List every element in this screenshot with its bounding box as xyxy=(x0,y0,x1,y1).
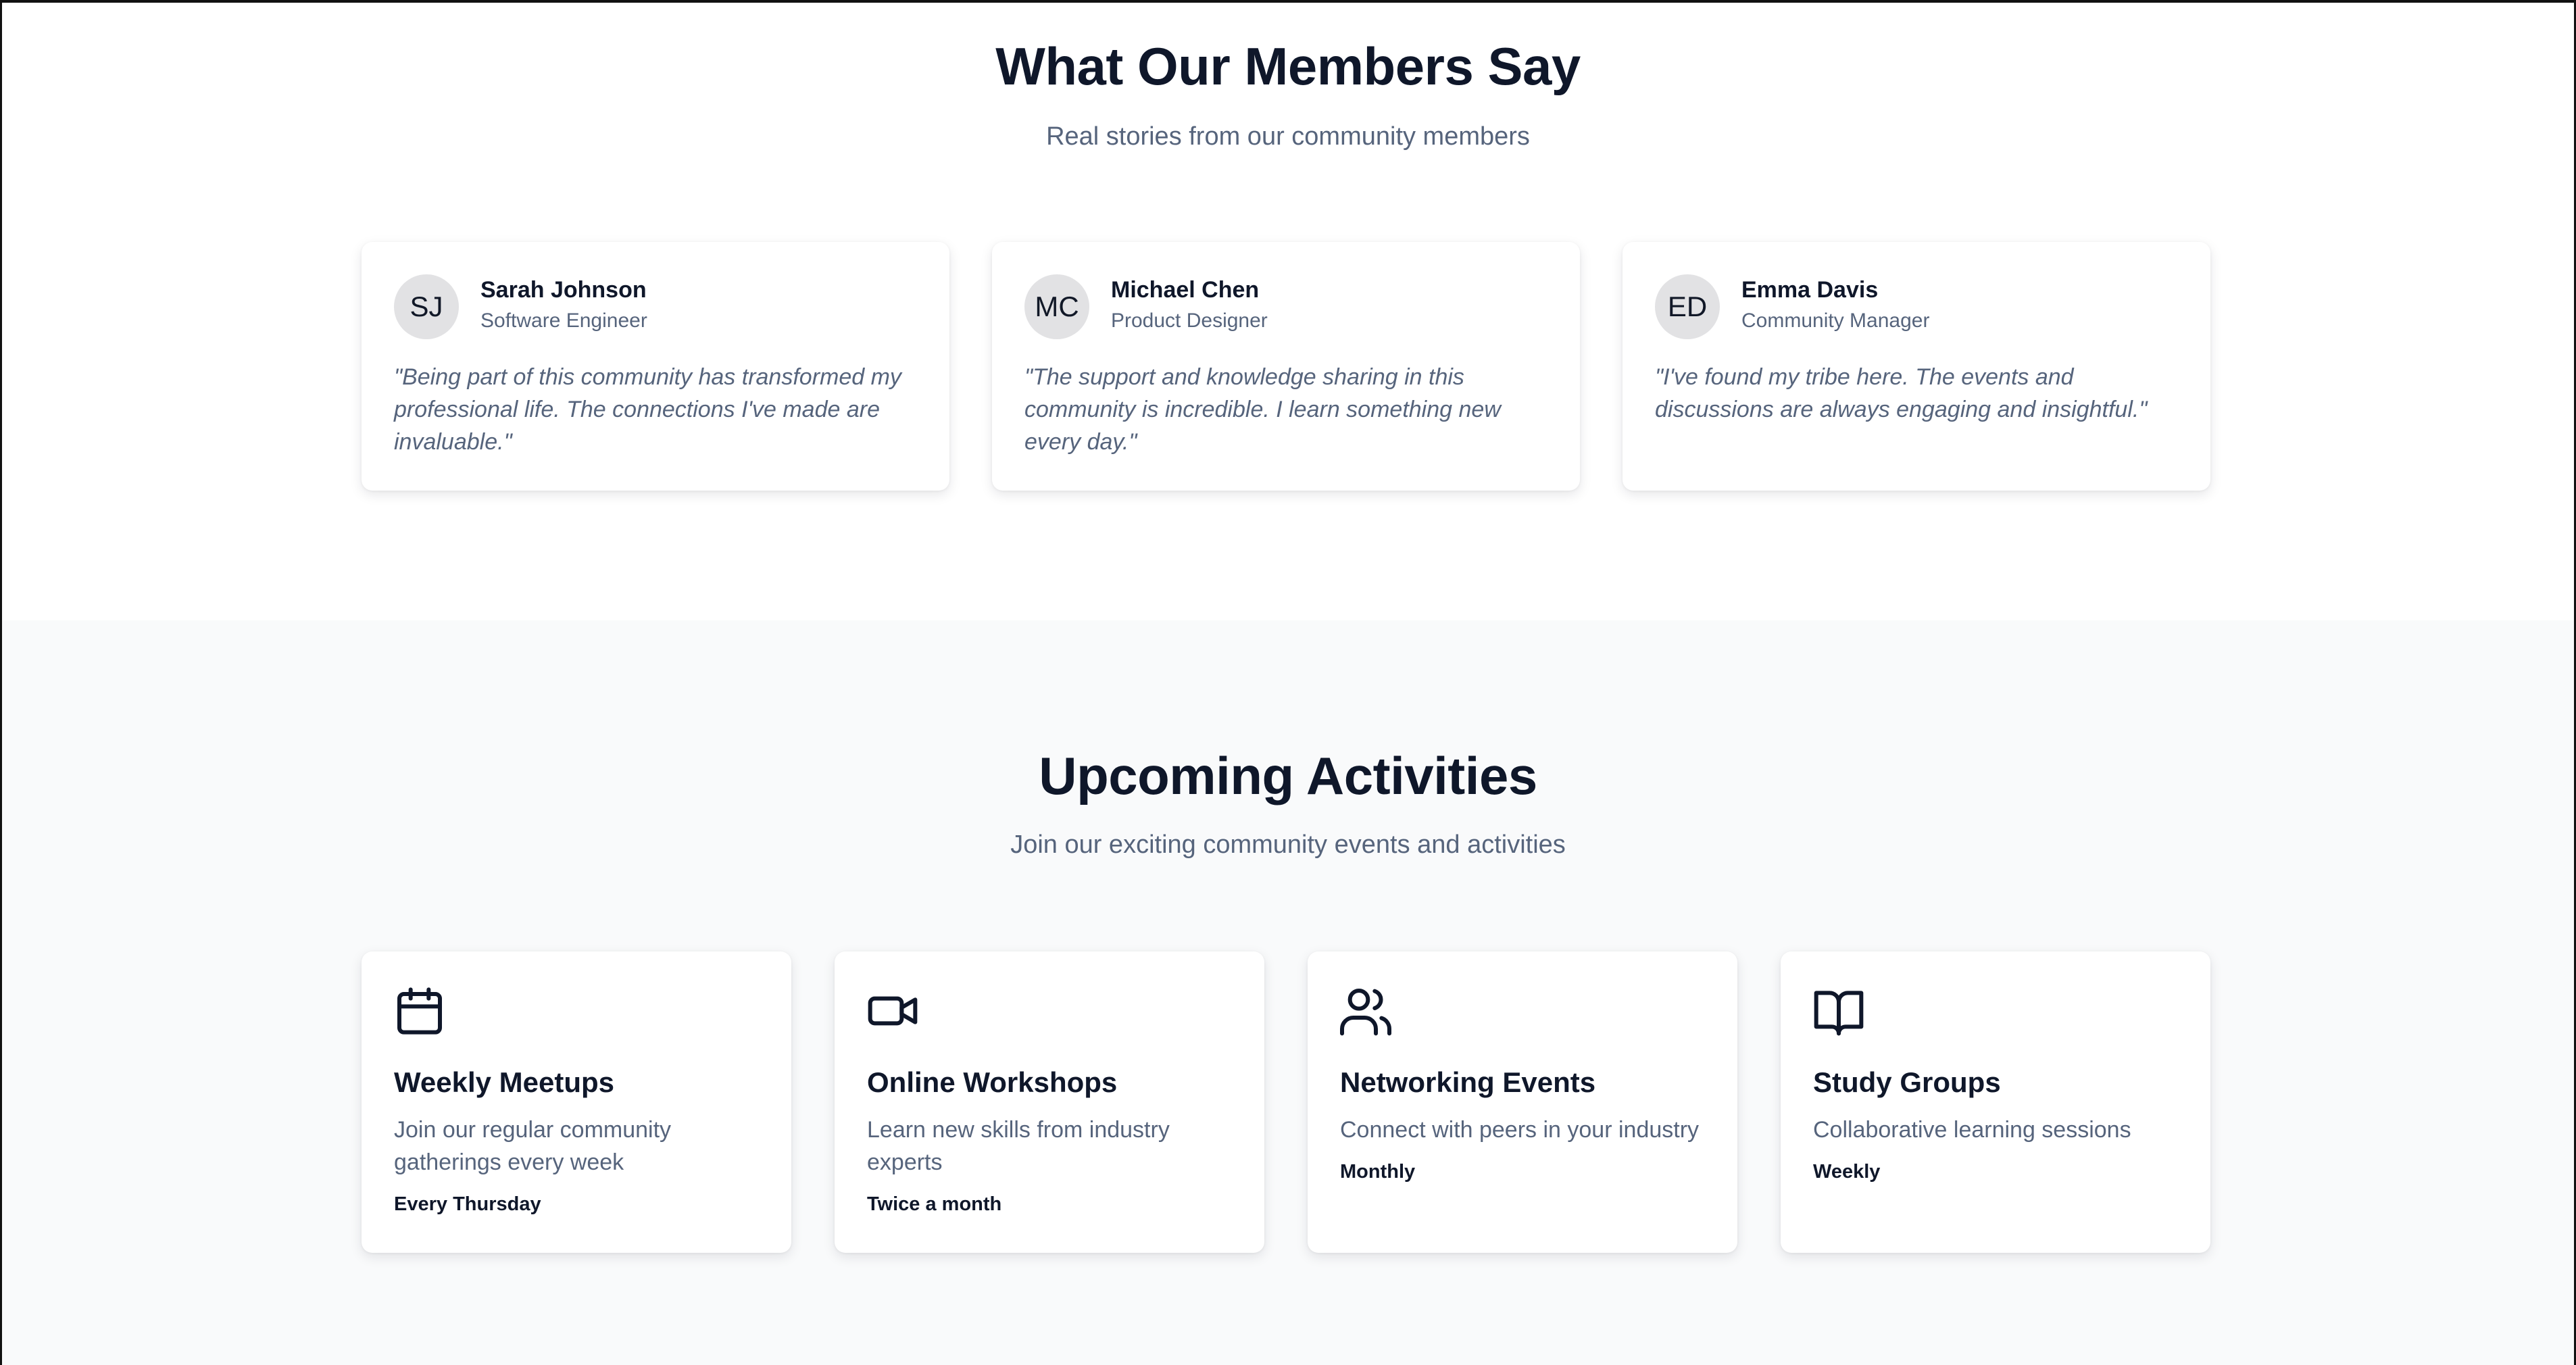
avatar: SJ xyxy=(394,274,459,339)
member-role: Product Designer xyxy=(1111,309,1268,332)
testimonial-quote: "Being part of this community has transf… xyxy=(394,364,901,455)
activity-name: Networking Events xyxy=(1340,1066,1596,1098)
open-book-icon xyxy=(1812,984,1866,1038)
testimonials-title: What Our Members Say xyxy=(995,36,1581,96)
testimonial-quote: "The support and knowledge sharing in th… xyxy=(1024,364,1501,455)
member-role: Community Manager xyxy=(1741,309,1930,332)
member-name: Emma Davis xyxy=(1741,277,1879,303)
activity-description: Learn new skills from industry experts xyxy=(867,1117,1170,1175)
activity-description: Collaborative learning sessions xyxy=(1813,1117,2131,1143)
activity-name: Weekly Meetups xyxy=(394,1066,615,1098)
member-name: Michael Chen xyxy=(1111,277,1260,303)
activities-title: Upcoming Activities xyxy=(1039,746,1537,805)
activity-name: Study Groups xyxy=(1813,1066,2001,1098)
activity-frequency: Twice a month xyxy=(867,1193,1002,1215)
avatar: ED xyxy=(1655,274,1720,339)
activity-card-networking-events[interactable]: Networking Events Connect with peers in … xyxy=(1308,951,1737,1253)
users-icon xyxy=(1339,984,1393,1038)
testimonial-card: MC Michael Chen Product Designer "The su… xyxy=(992,242,1580,491)
testimonial-card: ED Emma Davis Community Manager "I've fo… xyxy=(1623,242,2210,491)
testimonials-subtitle: Real stories from our community members xyxy=(1046,122,1530,151)
activities-section: Upcoming Activities Join our exciting co… xyxy=(0,620,2576,1365)
testimonials-section: What Our Members Say Real stories from o… xyxy=(0,0,2576,620)
testimonial-card: SJ Sarah Johnson Software Engineer "Bein… xyxy=(362,242,949,491)
activity-frequency: Weekly xyxy=(1813,1161,1881,1183)
activity-description: Join our regular community gatherings ev… xyxy=(394,1117,672,1175)
activities-subtitle: Join our exciting community events and a… xyxy=(1010,830,1566,859)
activity-frequency: Every Thursday xyxy=(394,1193,541,1215)
member-name: Sarah Johnson xyxy=(480,277,647,303)
activity-card-weekly-meetups[interactable]: Weekly Meetups Join our regular communit… xyxy=(362,951,791,1253)
activity-name: Online Workshops xyxy=(867,1066,1118,1098)
video-camera-icon xyxy=(866,984,920,1038)
calendar-icon xyxy=(393,984,447,1038)
activity-card-online-workshops[interactable]: Online Workshops Learn new skills from i… xyxy=(835,951,1264,1253)
activity-frequency: Monthly xyxy=(1340,1161,1416,1183)
member-role: Software Engineer xyxy=(480,309,647,332)
avatar: MC xyxy=(1024,274,1089,339)
activity-card-study-groups[interactable]: Study Groups Collaborative learning sess… xyxy=(1781,951,2210,1253)
testimonial-quote: "I've found my tribe here. The events an… xyxy=(1655,364,2148,422)
activity-description: Connect with peers in your industry xyxy=(1340,1117,1700,1143)
